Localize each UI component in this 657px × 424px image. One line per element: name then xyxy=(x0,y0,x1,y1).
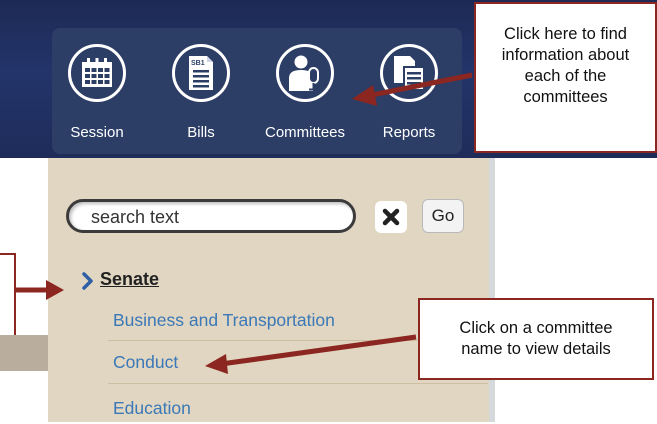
arrow-to-conduct xyxy=(205,334,417,374)
arrow-to-committees xyxy=(352,72,473,106)
arrow-to-senate xyxy=(14,280,64,300)
annotation-arrows xyxy=(14,72,473,374)
